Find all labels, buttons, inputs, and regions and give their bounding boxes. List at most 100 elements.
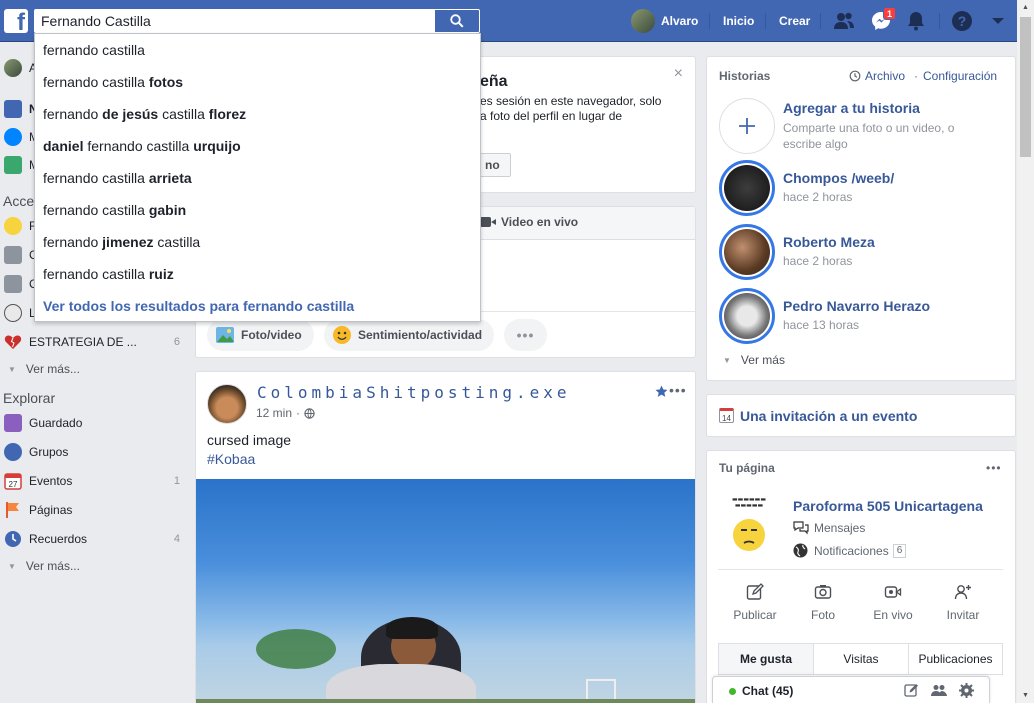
tab-posts[interactable]: Publicaciones xyxy=(908,643,1003,675)
friend-requests-icon[interactable] xyxy=(833,10,855,32)
page-messages-link[interactable]: Mensajes xyxy=(793,521,865,535)
photo-action[interactable]: Foto xyxy=(798,583,848,622)
archive-link[interactable]: Archivo xyxy=(849,69,905,83)
suggestion-text: fernando xyxy=(43,234,103,250)
invite-action[interactable]: Invitar xyxy=(938,583,988,622)
new-message-icon[interactable] xyxy=(904,683,919,698)
marketplace-icon xyxy=(4,156,22,174)
search-suggestion[interactable]: fernando castilla gabin xyxy=(35,194,480,226)
close-icon[interactable]: × xyxy=(674,65,683,83)
scroll-down-arrow-icon[interactable]: ▼ xyxy=(1022,692,1029,699)
suggestion-bold-text: florez xyxy=(208,106,247,122)
story-avatar xyxy=(719,288,775,344)
sidebar-item-count: 4 xyxy=(173,533,180,545)
facebook-logo-icon[interactable]: f xyxy=(4,9,28,35)
post-author-name[interactable]: ColombiaShitposting.exe xyxy=(257,383,571,402)
saved-icon xyxy=(4,414,22,432)
sidebar-item-label: Páginas xyxy=(29,503,73,517)
page-name-link[interactable]: Paroforma 505 Unicartagena xyxy=(793,498,983,514)
event-invite-card[interactable]: 14 Una invitación a un evento xyxy=(706,394,1016,437)
create-group-icon[interactable] xyxy=(931,683,947,698)
feeling-activity-chip[interactable]: Sentimiento/actividad xyxy=(324,319,495,351)
post-options-icon[interactable]: ••• xyxy=(669,382,687,398)
live-video-tab[interactable]: Video en vivo xyxy=(480,215,578,229)
post-hashtag[interactable]: #Kobaa xyxy=(207,451,255,467)
see-more-label: Ver más... xyxy=(25,559,80,573)
notice-button[interactable]: no xyxy=(479,153,511,177)
search-suggestion[interactable]: fernando castilla ruiz xyxy=(35,258,480,290)
gear-icon[interactable] xyxy=(959,683,974,698)
your-page-options-icon[interactable]: ••• xyxy=(986,461,1002,475)
suggestion-bold-text: gabin xyxy=(148,202,187,218)
notifications-bell-icon[interactable] xyxy=(905,10,927,32)
story-avatar xyxy=(719,160,775,216)
photo-video-chip[interactable]: Foto/video xyxy=(207,319,314,351)
sidebar-item-groups[interactable]: Grupos xyxy=(4,441,180,463)
page-avatar[interactable]: ▬▬▬▬▬▬ ▬▬▬▬▬ xyxy=(721,497,777,557)
action-label: Invitar xyxy=(946,608,980,622)
account-menu-chevron-icon[interactable] xyxy=(987,10,1009,32)
scrollbar-thumb[interactable] xyxy=(1020,17,1031,157)
search-icon xyxy=(450,14,464,28)
sidebar-item-events[interactable]: 27 Eventos 1 xyxy=(4,470,180,492)
page-notifications-link[interactable]: Notificaciones 6 xyxy=(793,543,907,558)
add-story-item[interactable]: Agregar a tu historia Comparte una foto … xyxy=(719,98,954,154)
search-input[interactable]: Fernando Castilla xyxy=(34,9,435,33)
page-scrollbar[interactable]: ▲ ▼ xyxy=(1017,0,1034,703)
home-link[interactable]: Inicio xyxy=(723,0,754,42)
post-image[interactable] xyxy=(196,479,695,703)
story-name: Chompos /weeb/ xyxy=(783,170,895,186)
add-story-desc: Comparte una foto o un video, o xyxy=(783,121,955,135)
see-more-shortcuts-link[interactable]: ▼ Ver más... xyxy=(8,362,80,376)
tab-likes[interactable]: Me gusta xyxy=(718,643,814,675)
see-more-label: Ver más xyxy=(740,353,785,367)
suggestion-bold-text: arrieta xyxy=(148,170,192,186)
more-options-chip[interactable]: ••• xyxy=(504,319,547,351)
story-item[interactable]: Chompos /weeb/hace 2 horas xyxy=(719,160,894,216)
event-invite-link[interactable]: Una invitación a un evento xyxy=(740,408,917,424)
help-icon[interactable]: ? xyxy=(951,10,973,32)
star-icon[interactable] xyxy=(655,385,668,398)
chevron-down-icon: ▼ xyxy=(723,355,731,365)
story-name: Pedro Navarro Herazo xyxy=(783,298,931,314)
search-suggestion[interactable]: fernando castilla xyxy=(35,34,480,66)
svg-text:?: ? xyxy=(958,13,967,29)
story-item[interactable]: Roberto Meza hace 2 horas xyxy=(719,224,875,280)
suggestion-bold-text: jimenez xyxy=(102,234,154,250)
see-all-results-link[interactable]: Ver todos los resultados para fernando c… xyxy=(35,290,480,322)
post-timestamp[interactable]: 12 min xyxy=(256,406,292,420)
story-item[interactable]: Pedro Navarro Herazo hace 13 horas xyxy=(719,288,930,344)
see-more-explore-link[interactable]: ▼ Ver más... xyxy=(8,559,80,573)
live-action[interactable]: En vivo xyxy=(868,583,918,622)
search-suggestion[interactable]: fernando jimenez castilla xyxy=(35,226,480,258)
see-more-stories-link[interactable]: ▼ Ver más xyxy=(723,353,785,367)
sidebar-item-memories[interactable]: Recuerdos 4 xyxy=(4,528,180,550)
tab-visits[interactable]: Visitas xyxy=(813,643,909,675)
chat-bar[interactable]: Chat (45) xyxy=(712,676,990,703)
sidebar-shortcut-estrategia[interactable]: ESTRATEGIA DE ... 6 xyxy=(4,331,180,353)
suggestion-text: fernando castilla xyxy=(43,74,149,90)
search-suggestion[interactable]: fernando castilla arrieta xyxy=(35,162,480,194)
broken-heart-icon xyxy=(4,335,22,349)
messages-icon xyxy=(793,521,809,535)
stories-settings-link[interactable]: Configuración xyxy=(923,69,997,83)
post-author-avatar[interactable] xyxy=(207,384,247,424)
scroll-up-arrow-icon[interactable]: ▲ xyxy=(1022,4,1029,11)
chevron-down-icon: ▼ xyxy=(8,364,16,374)
post-text: cursed image xyxy=(207,432,292,448)
user-avatar[interactable] xyxy=(631,9,655,33)
sidebar-item-saved[interactable]: Guardado xyxy=(4,412,180,434)
notifications-count-badge: 6 xyxy=(892,543,907,558)
search-suggestion[interactable]: daniel fernando castilla urquijo xyxy=(35,130,480,162)
sidebar-item-pages[interactable]: Páginas xyxy=(4,499,180,521)
search-button[interactable] xyxy=(435,9,480,33)
user-name-link[interactable]: Alvaro xyxy=(661,0,698,42)
publish-action[interactable]: Publicar xyxy=(730,583,780,622)
search-suggestion[interactable]: fernando castilla fotos xyxy=(35,66,480,98)
sidebar-item-label: Guardado xyxy=(29,416,83,430)
see-more-label: Ver más... xyxy=(25,362,80,376)
action-label: En vivo xyxy=(873,608,913,622)
action-label: Foto xyxy=(810,608,835,622)
search-suggestion[interactable]: fernando de jesús castilla florez xyxy=(35,98,480,130)
create-link[interactable]: Crear xyxy=(779,0,810,42)
